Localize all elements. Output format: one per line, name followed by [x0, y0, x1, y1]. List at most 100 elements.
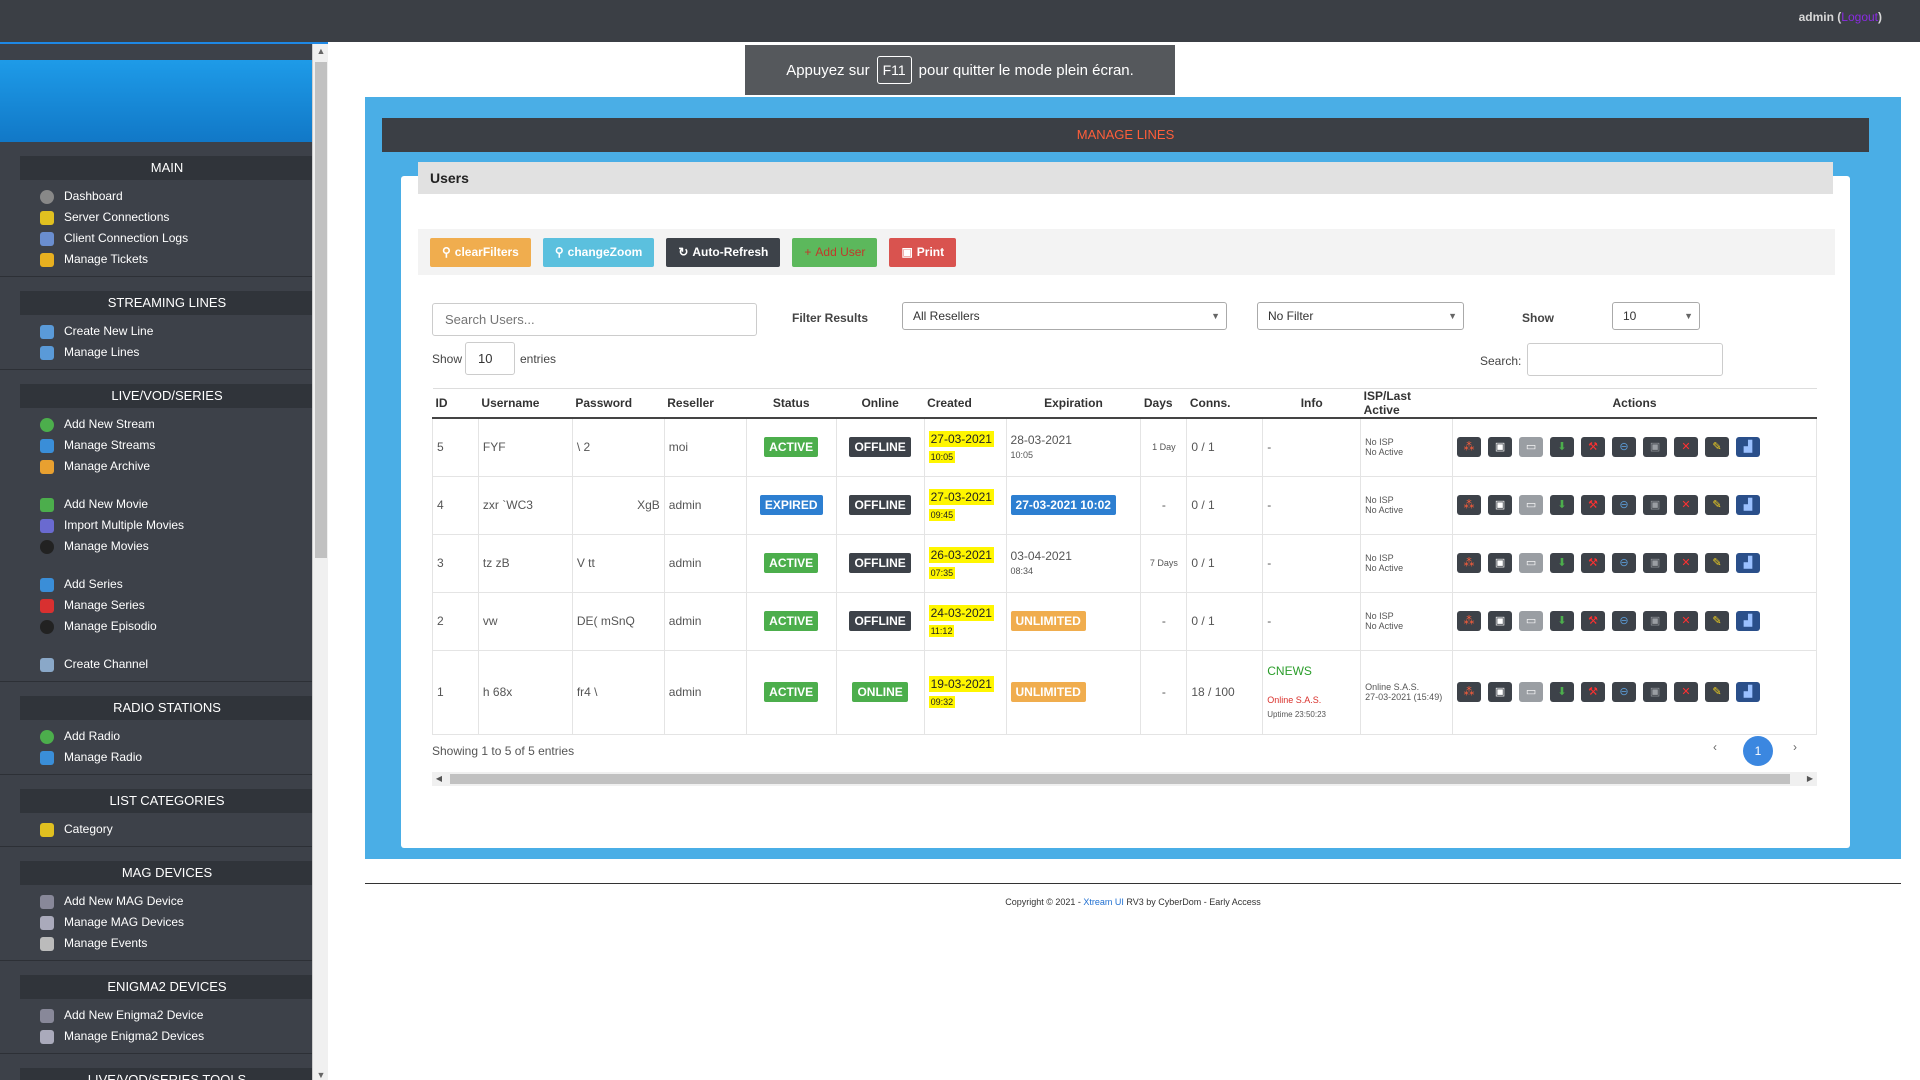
edit-icon[interactable]: ✎: [1705, 495, 1730, 515]
sidebar-item-import-movies[interactable]: Import Multiple Movies: [0, 515, 328, 536]
note-icon[interactable]: ▭: [1519, 495, 1544, 515]
entries-count-input[interactable]: 10: [465, 342, 515, 375]
sidebar-item-add-movie[interactable]: Add New Movie: [0, 494, 328, 515]
hammer-icon[interactable]: ⚒: [1581, 495, 1606, 515]
lock-closed-icon[interactable]: ▣: [1643, 437, 1668, 458]
lock-closed-icon[interactable]: ▣: [1643, 682, 1668, 702]
sidebar-item-add-enigma[interactable]: Add New Enigma2 Device: [0, 1005, 328, 1026]
edit-icon[interactable]: ✎: [1705, 682, 1730, 702]
col-status[interactable]: Status: [746, 388, 837, 419]
clear-filters-button[interactable]: ⚲ clearFilters: [430, 237, 531, 267]
change-zoom-button[interactable]: ⚲ changeZoom: [542, 237, 655, 267]
kill-connection-icon[interactable]: ⁂: [1457, 437, 1482, 458]
note-icon[interactable]: ▭: [1519, 437, 1544, 458]
download-icon[interactable]: ⬇: [1550, 495, 1575, 515]
lock-closed-icon[interactable]: ▣: [1643, 495, 1668, 515]
sidebar-item-category[interactable]: Category: [0, 819, 328, 840]
sidebar-item-add-stream[interactable]: Add New Stream: [0, 414, 328, 435]
stats-icon[interactable]: ▟: [1736, 437, 1761, 458]
scroll-left-arrow-icon[interactable]: ◀: [432, 772, 446, 786]
add-user-button[interactable]: + Add User: [792, 237, 878, 267]
delete-icon[interactable]: ✕: [1674, 553, 1699, 573]
col-actions[interactable]: Actions: [1452, 388, 1817, 419]
sidebar-item-manage-archive[interactable]: Manage Archive: [0, 456, 328, 477]
sidebar-item-add-radio[interactable]: Add Radio: [0, 726, 328, 747]
delete-icon[interactable]: ✕: [1674, 437, 1699, 458]
delete-icon[interactable]: ✕: [1674, 611, 1699, 631]
download-icon[interactable]: ⬇: [1550, 611, 1575, 631]
scroll-down-arrow-icon[interactable]: ▼: [313, 1068, 328, 1080]
col-expiration[interactable]: Expiration: [1006, 388, 1141, 419]
sidebar-item-manage-enigma[interactable]: Manage Enigma2 Devices: [0, 1026, 328, 1047]
sidebar-item-manage-radio[interactable]: Manage Radio: [0, 747, 328, 768]
table-search-input[interactable]: [1527, 343, 1723, 376]
table-row[interactable]: 3 tz zB V tt admin ACTIVE OFFLINE 26-03-…: [432, 533, 1817, 593]
kill-connection-icon[interactable]: ⁂: [1457, 495, 1482, 515]
lock-icon[interactable]: ▣: [1488, 437, 1513, 458]
sidebar-item-server-connections[interactable]: Server Connections: [0, 207, 328, 228]
stats-icon[interactable]: ▟: [1736, 495, 1761, 515]
sidebar-item-manage-lines[interactable]: Manage Lines: [0, 342, 328, 363]
table-scroll-thumb[interactable]: [450, 774, 1790, 784]
sidebar-item-client-logs[interactable]: Client Connection Logs: [0, 228, 328, 249]
col-isp[interactable]: ISP/Last Active: [1360, 388, 1453, 419]
sidebar-item-manage-mag[interactable]: Manage MAG Devices: [0, 912, 328, 933]
col-conns[interactable]: Conns.: [1186, 388, 1263, 419]
print-button[interactable]: ▣ Print: [889, 237, 957, 267]
stats-icon[interactable]: ▟: [1736, 553, 1761, 573]
hammer-icon[interactable]: ⚒: [1581, 553, 1606, 573]
logout-link[interactable]: Logout: [1841, 10, 1878, 24]
lock-icon[interactable]: ▣: [1488, 611, 1513, 631]
edit-icon[interactable]: ✎: [1705, 611, 1730, 631]
disable-icon[interactable]: ⊖: [1612, 437, 1637, 458]
sidebar-item-manage-episodio[interactable]: Manage Episodio: [0, 616, 328, 637]
kill-connection-icon[interactable]: ⁂: [1457, 611, 1482, 631]
sidebar-item-add-series[interactable]: Add Series: [0, 574, 328, 595]
hammer-icon[interactable]: ⚒: [1581, 437, 1606, 458]
search-users-input[interactable]: [432, 303, 757, 336]
delete-icon[interactable]: ✕: [1674, 495, 1699, 515]
lock-icon[interactable]: ▣: [1488, 495, 1513, 515]
user-menu[interactable]: admin (Logout): [1799, 10, 1882, 24]
sidebar-item-dashboard[interactable]: Dashboard: [0, 186, 328, 207]
disable-icon[interactable]: ⊖: [1612, 495, 1637, 515]
col-username[interactable]: Username: [478, 388, 573, 419]
edit-icon[interactable]: ✎: [1705, 437, 1730, 458]
sidebar-item-tickets[interactable]: Manage Tickets: [0, 249, 328, 270]
scroll-up-arrow-icon[interactable]: ▲: [313, 44, 328, 58]
col-created[interactable]: Created: [924, 388, 1007, 419]
pager-next-button[interactable]: ›: [1793, 740, 1797, 754]
sidebar-item-manage-movies[interactable]: Manage Movies: [0, 536, 328, 557]
table-row[interactable]: 5 FYF \ 2 moi ACTIVE OFFLINE 27-03-2021 1…: [432, 417, 1817, 477]
sidebar-scrollbar[interactable]: ▲ ▼: [312, 44, 328, 1080]
disable-icon[interactable]: ⊖: [1612, 611, 1637, 631]
delete-icon[interactable]: ✕: [1674, 682, 1699, 702]
note-icon[interactable]: ▭: [1519, 682, 1544, 702]
pager-prev-button[interactable]: ‹: [1713, 740, 1717, 754]
sidebar-item-manage-events[interactable]: Manage Events: [0, 933, 328, 954]
download-icon[interactable]: ⬇: [1550, 437, 1575, 458]
reseller-select[interactable]: All Resellers ▼: [902, 302, 1227, 330]
col-online[interactable]: Online: [836, 388, 925, 419]
note-icon[interactable]: ▭: [1519, 611, 1544, 631]
disable-icon[interactable]: ⊖: [1612, 682, 1637, 702]
stats-icon[interactable]: ▟: [1736, 682, 1761, 702]
brand-link[interactable]: Xtream UI: [1083, 897, 1124, 907]
hammer-icon[interactable]: ⚒: [1581, 611, 1606, 631]
sidebar-item-create-channel[interactable]: Create Channel: [0, 654, 328, 675]
table-horizontal-scrollbar[interactable]: ◀ ▶: [432, 772, 1817, 786]
auto-refresh-button[interactable]: ↻ Auto-Refresh: [666, 237, 781, 267]
col-days[interactable]: Days: [1140, 388, 1187, 419]
col-id[interactable]: ID: [432, 388, 479, 419]
kill-connection-icon[interactable]: ⁂: [1457, 682, 1482, 702]
col-info[interactable]: Info: [1262, 388, 1361, 419]
lock-closed-icon[interactable]: ▣: [1643, 553, 1668, 573]
show-count-select[interactable]: 10 ▼: [1612, 302, 1700, 330]
col-reseller[interactable]: Reseller: [664, 388, 747, 419]
disable-icon[interactable]: ⊖: [1612, 553, 1637, 573]
status-filter-select[interactable]: No Filter ▼: [1257, 302, 1464, 330]
lock-icon[interactable]: ▣: [1488, 553, 1513, 573]
sidebar-item-add-mag[interactable]: Add New MAG Device: [0, 891, 328, 912]
table-row[interactable]: 1 h 68x fr4 \ admin ACTIVE ONLINE 19-03-…: [432, 649, 1817, 735]
lock-icon[interactable]: ▣: [1488, 682, 1513, 702]
